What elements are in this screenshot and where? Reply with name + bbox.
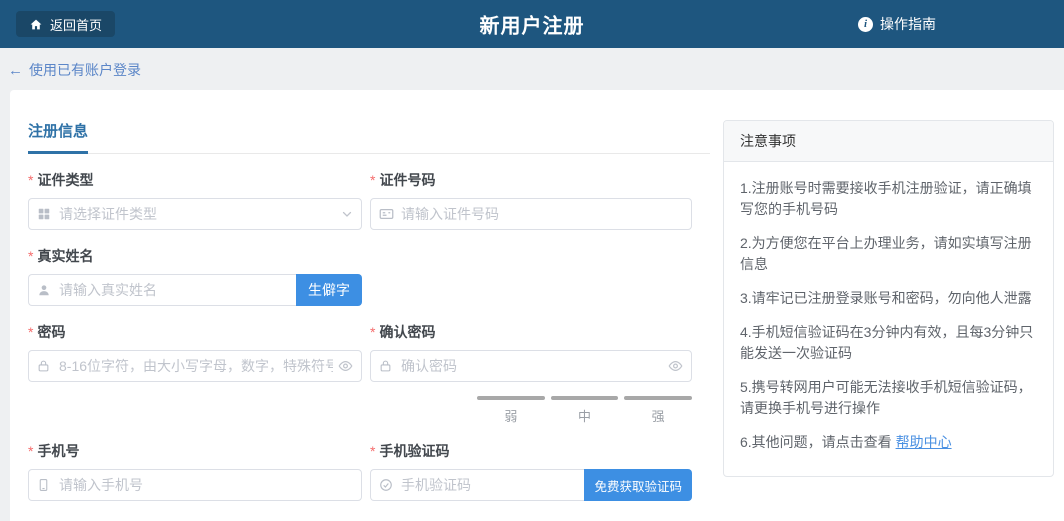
- phone-input[interactable]: [28, 469, 362, 501]
- notice-item: 3.请牢记已注册登录账号和密码，勿向他人泄露: [740, 288, 1037, 309]
- use-existing-account-label: 使用已有账户登录: [29, 60, 141, 80]
- strength-strong-label: 强: [624, 406, 692, 425]
- cert-type-select[interactable]: [28, 198, 362, 230]
- strength-medium-label: 中: [551, 406, 619, 425]
- form-row-certificate: *证件类型 *证件号码: [28, 154, 710, 230]
- required-asterisk: *: [28, 324, 33, 340]
- confirm-password-group: *确认密码: [370, 306, 692, 382]
- notice-panel-title: 注意事项: [724, 121, 1053, 162]
- required-asterisk: *: [370, 443, 375, 459]
- cert-no-group: *证件号码: [370, 154, 692, 230]
- confirm-password-input[interactable]: [370, 350, 692, 382]
- confirm-password-field: [370, 350, 692, 382]
- back-home-label: 返回首页: [50, 15, 102, 34]
- eye-icon[interactable]: [338, 359, 353, 374]
- eye-icon[interactable]: [668, 359, 683, 374]
- password-field: [28, 350, 362, 382]
- cert-no-field: [370, 198, 692, 230]
- sms-code-label: *手机验证码: [370, 441, 692, 461]
- real-name-field: 生僻字: [28, 274, 362, 306]
- page-title: 新用户注册: [480, 10, 585, 39]
- cert-no-input[interactable]: [370, 198, 692, 230]
- required-asterisk: *: [370, 172, 375, 188]
- real-name-label: *真实姓名: [28, 246, 362, 266]
- home-icon: [29, 18, 43, 31]
- required-asterisk: *: [28, 172, 33, 188]
- cert-type-label: *证件类型: [28, 170, 362, 190]
- notice-item: 6.其他问题，请点击查看 帮助中心: [740, 432, 1037, 453]
- form-row-password: *密码 *确认密码: [28, 306, 710, 382]
- form-row-strength: 弱 中 强: [28, 382, 710, 425]
- real-name-group: *真实姓名 生僻字: [28, 230, 362, 306]
- notice-item: 4.手机短信验证码在3分钟内有效，且每3分钟只能发送一次验证码: [740, 322, 1037, 364]
- strength-medium: 中: [551, 396, 619, 425]
- registration-form: 注册信息 *证件类型 *证件号码: [28, 120, 710, 521]
- arrow-left-icon: ←: [8, 62, 23, 79]
- strength-bar: [477, 396, 545, 400]
- notice-panel: 注意事项 1.注册账号时需要接收手机注册验证，请正确填写您的手机号码 2.为方便…: [723, 120, 1054, 477]
- notice-item: 1.注册账号时需要接收手机注册验证，请正确填写您的手机号码: [740, 178, 1037, 220]
- main-card: 注册信息 *证件类型 *证件号码: [10, 90, 1064, 521]
- form-row-phone: *手机号 *手机验证码: [28, 425, 710, 501]
- real-name-control: [28, 274, 296, 306]
- sms-code-control: [370, 469, 584, 501]
- operation-guide-link[interactable]: i 操作指南: [858, 14, 936, 34]
- sms-code-input[interactable]: [370, 469, 584, 501]
- back-home-button[interactable]: 返回首页: [16, 11, 115, 37]
- strength-strong: 强: [624, 396, 692, 425]
- strength-bar: [624, 396, 692, 400]
- info-icon: i: [858, 17, 873, 32]
- top-header-bar: 返回首页 新用户注册 i 操作指南: [0, 0, 1064, 48]
- use-existing-account-link[interactable]: ← 使用已有账户登录: [8, 60, 141, 80]
- real-name-input[interactable]: [28, 274, 296, 306]
- get-sms-code-button[interactable]: 免费获取验证码: [584, 469, 692, 501]
- password-group: *密码: [28, 306, 362, 382]
- notice-item-6-text: 6.其他问题，请点击查看: [740, 434, 896, 450]
- cert-no-label: *证件号码: [370, 170, 692, 190]
- phone-group: *手机号: [28, 425, 362, 501]
- password-input[interactable]: [28, 350, 362, 382]
- required-asterisk: *: [28, 443, 33, 459]
- strength-bar: [551, 396, 619, 400]
- confirm-password-label: *确认密码: [370, 322, 692, 342]
- cert-type-group: *证件类型: [28, 154, 362, 230]
- sub-header: ← 使用已有账户登录: [0, 48, 1064, 90]
- notice-item: 5.携号转网用户可能无法接收手机短信验证码，请更换手机号进行操作: [740, 377, 1037, 419]
- required-asterisk: *: [28, 248, 33, 264]
- sms-code-field: 免费获取验证码: [370, 469, 692, 501]
- phone-label: *手机号: [28, 441, 362, 461]
- chevron-down-icon: [341, 208, 353, 220]
- tab-registration-info[interactable]: 注册信息: [28, 120, 88, 154]
- operation-guide-label: 操作指南: [880, 14, 936, 34]
- strength-weak: 弱: [477, 396, 545, 425]
- notice-panel-body: 1.注册账号时需要接收手机注册验证，请正确填写您的手机号码 2.为方便您在平台上…: [724, 162, 1053, 476]
- strength-weak-label: 弱: [477, 406, 545, 425]
- required-asterisk: *: [370, 324, 375, 340]
- help-center-link[interactable]: 帮助中心: [896, 434, 952, 450]
- password-strength-meter: 弱 中 强: [477, 396, 692, 425]
- phone-field: [28, 469, 362, 501]
- form-row-name: *真实姓名 生僻字: [28, 230, 710, 306]
- notice-item: 2.为方便您在平台上办理业务，请如实填写注册信息: [740, 233, 1037, 275]
- rare-character-button[interactable]: 生僻字: [296, 274, 362, 306]
- password-label: *密码: [28, 322, 362, 342]
- tab-bar: 注册信息: [28, 120, 710, 154]
- sms-code-group: *手机验证码 免费获取验证码: [370, 425, 692, 501]
- cert-type-input[interactable]: [28, 198, 362, 230]
